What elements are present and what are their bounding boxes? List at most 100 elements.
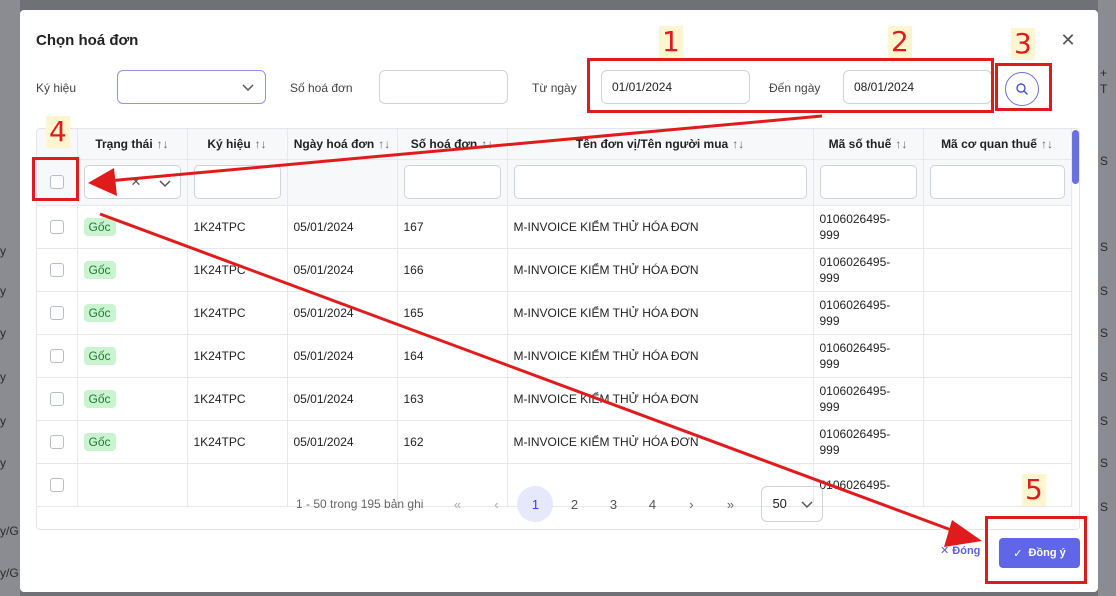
bg-glyph: S bbox=[1100, 414, 1109, 428]
ky-hieu-select[interactable] bbox=[117, 70, 266, 104]
next-page-button[interactable]: › bbox=[673, 486, 709, 522]
page-1-button[interactable]: 1 bbox=[517, 486, 554, 522]
table-row[interactable]: Gốc 1K24TPC 05/01/2024 164 M-INVOICE KIỂM TH… bbox=[37, 334, 1072, 378]
close-button[interactable]: ✕ Đóng bbox=[940, 544, 980, 557]
filter-trang-thai-cell: ✕ bbox=[77, 159, 188, 206]
mst-cell: 0106026495- 999 bbox=[813, 420, 924, 464]
page-4-button[interactable]: 4 bbox=[634, 486, 670, 522]
ky-hieu-cell: 1K24TPC bbox=[187, 334, 288, 378]
bg-glyph: + bbox=[1100, 66, 1108, 80]
ten-cell: M-INVOICE KIỂM THỬ HÓA ĐƠN bbox=[507, 420, 814, 464]
ma-co-quan-thue-filter-input[interactable] bbox=[929, 165, 1065, 199]
header-trang-thai[interactable]: Trạng thái ↑↓ bbox=[77, 129, 188, 160]
row-checkbox[interactable] bbox=[49, 477, 64, 492]
bg-glyph: S bbox=[1100, 500, 1109, 514]
status-badge: Gốc bbox=[83, 217, 116, 236]
annotation-number-5: 5 bbox=[1022, 474, 1046, 506]
header-ma-co-quan-thue[interactable]: Mã cơ quan thuế ↑↓ bbox=[923, 129, 1072, 160]
status-cell: Gốc bbox=[77, 420, 188, 464]
row-select-cell bbox=[37, 463, 78, 507]
ten-cell: M-INVOICE KIỂM THỬ HÓA ĐƠN bbox=[507, 291, 814, 335]
annotation-number-4: 4 bbox=[46, 116, 70, 148]
so-hoa-don-filter-input[interactable] bbox=[403, 165, 501, 199]
close-icon[interactable]: ✕ bbox=[1058, 30, 1078, 50]
pagination-info: 1 - 50 trong 195 bản ghi bbox=[296, 497, 424, 511]
sort-icon[interactable]: ↑↓ bbox=[895, 137, 907, 151]
invoice-table: Trạng thái ↑↓ Ký hiệu ↑↓ Ngày hoá đơn ↑↓ Số… bbox=[36, 128, 1080, 530]
row-checkbox[interactable] bbox=[49, 348, 64, 363]
sort-icon[interactable]: ↑↓ bbox=[732, 137, 744, 151]
table-row[interactable]: Gốc 1K24TPC 05/01/2024 167 M-INVOICE KIỂM TH… bbox=[37, 205, 1072, 249]
prev-page-button[interactable]: ‹ bbox=[478, 486, 514, 522]
ky-hieu-cell: 1K24TPC bbox=[187, 205, 288, 249]
ma-so-thue-filter-input[interactable] bbox=[819, 165, 917, 199]
annotation-box-search bbox=[995, 63, 1052, 111]
page-size-select[interactable]: 50 bbox=[761, 486, 824, 522]
bg-glyph: y bbox=[0, 414, 6, 428]
ky-hieu-label: Ký hiệu bbox=[36, 81, 77, 95]
bg-glyph: y bbox=[0, 244, 6, 258]
ten-don-vi-filter-input[interactable] bbox=[513, 165, 807, 199]
last-page-button[interactable]: » bbox=[712, 486, 748, 522]
clear-icon[interactable]: ✕ bbox=[131, 174, 142, 190]
pagination: 1 - 50 trong 195 bản ghi « ‹ 1 2 3 4 › »… bbox=[296, 486, 824, 522]
row-checkbox[interactable] bbox=[49, 219, 64, 234]
bg-glyph: y/G bbox=[0, 566, 19, 580]
page-3-button[interactable]: 3 bbox=[595, 486, 631, 522]
row-checkbox[interactable] bbox=[49, 305, 64, 320]
background-page-right: + T S S S S S S S S bbox=[1098, 0, 1116, 596]
chevron-down-icon bbox=[158, 180, 171, 188]
table-row[interactable]: Gốc 1K24TPC 05/01/2024 162 M-INVOICE KIỂM TH… bbox=[37, 420, 1072, 464]
page-2-button[interactable]: 2 bbox=[556, 486, 592, 522]
so-cell: 162 bbox=[397, 420, 508, 464]
status-cell bbox=[77, 463, 188, 507]
header-ngay-hoa-don[interactable]: Ngày hoá đơn ↑↓ bbox=[287, 129, 398, 160]
bg-glyph: S bbox=[1100, 284, 1109, 298]
ten-cell: M-INVOICE KIỂM THỬ HÓA ĐƠN bbox=[507, 334, 814, 378]
annotation-number-1: 1 bbox=[659, 26, 683, 58]
table-scrollbar-thumb[interactable] bbox=[1072, 130, 1079, 184]
trang-thai-filter-select[interactable]: ✕ bbox=[83, 165, 181, 199]
status-cell: Gốc bbox=[77, 205, 188, 249]
sort-icon[interactable]: ↑↓ bbox=[157, 137, 169, 151]
annotation-box-confirm bbox=[985, 516, 1087, 584]
header-ma-so-thue[interactable]: Mã số thuế ↑↓ bbox=[813, 129, 924, 160]
bg-glyph: S bbox=[1100, 326, 1109, 340]
ma-cqt-cell bbox=[923, 463, 1072, 507]
header-ky-hieu[interactable]: Ký hiệu ↑↓ bbox=[187, 129, 288, 160]
row-checkbox[interactable] bbox=[49, 434, 64, 449]
ky-hieu-cell bbox=[187, 463, 288, 507]
row-select-cell bbox=[37, 420, 78, 464]
ky-hieu-filter-input[interactable] bbox=[193, 165, 281, 199]
bg-glyph: S bbox=[1100, 370, 1109, 384]
annotation-number-3: 3 bbox=[1011, 28, 1035, 60]
status-badge: Gốc bbox=[83, 346, 116, 365]
row-checkbox[interactable] bbox=[49, 391, 64, 406]
filter-row: ✕ bbox=[37, 159, 1072, 206]
sort-icon[interactable]: ↑↓ bbox=[255, 137, 267, 151]
bg-glyph: S bbox=[1100, 240, 1109, 254]
page-size-value: 50 bbox=[772, 496, 787, 511]
sort-icon[interactable]: ↑↓ bbox=[1041, 137, 1053, 151]
row-checkbox[interactable] bbox=[49, 262, 64, 277]
header-ten-don-vi[interactable]: Tên đơn vị/Tên người mua ↑↓ bbox=[507, 129, 814, 160]
so-hoa-don-input[interactable] bbox=[379, 70, 508, 104]
ngay-cell: 05/01/2024 bbox=[287, 291, 398, 335]
annotation-box-checkbox bbox=[32, 157, 79, 201]
close-icon: ✕ bbox=[940, 545, 953, 557]
header-so-hoa-don[interactable]: Số hoá đơn ↑↓ bbox=[397, 129, 508, 160]
first-page-button[interactable]: « bbox=[439, 486, 475, 522]
ky-hieu-cell: 1K24TPC bbox=[187, 248, 288, 292]
ten-cell: M-INVOICE KIỂM THỬ HÓA ĐƠN bbox=[507, 205, 814, 249]
table-row[interactable]: Gốc 1K24TPC 05/01/2024 166 M-INVOICE KIỂM TH… bbox=[37, 248, 1072, 292]
sort-icon[interactable]: ↑↓ bbox=[378, 137, 390, 151]
table-row[interactable]: Gốc 1K24TPC 05/01/2024 165 M-INVOICE KIỂM TH… bbox=[37, 291, 1072, 335]
filter-ky-hieu-cell bbox=[187, 159, 288, 206]
table-row[interactable]: Gốc 1K24TPC 05/01/2024 163 M-INVOICE KIỂM TH… bbox=[37, 377, 1072, 421]
status-cell: Gốc bbox=[77, 334, 188, 378]
mst-cell: 0106026495- 999 bbox=[813, 248, 924, 292]
table-header-row: Trạng thái ↑↓ Ký hiệu ↑↓ Ngày hoá đơn ↑↓ Số… bbox=[37, 129, 1072, 160]
sort-icon[interactable]: ↑↓ bbox=[481, 137, 493, 151]
filter-ten-cell bbox=[507, 159, 814, 206]
status-cell: Gốc bbox=[77, 377, 188, 421]
